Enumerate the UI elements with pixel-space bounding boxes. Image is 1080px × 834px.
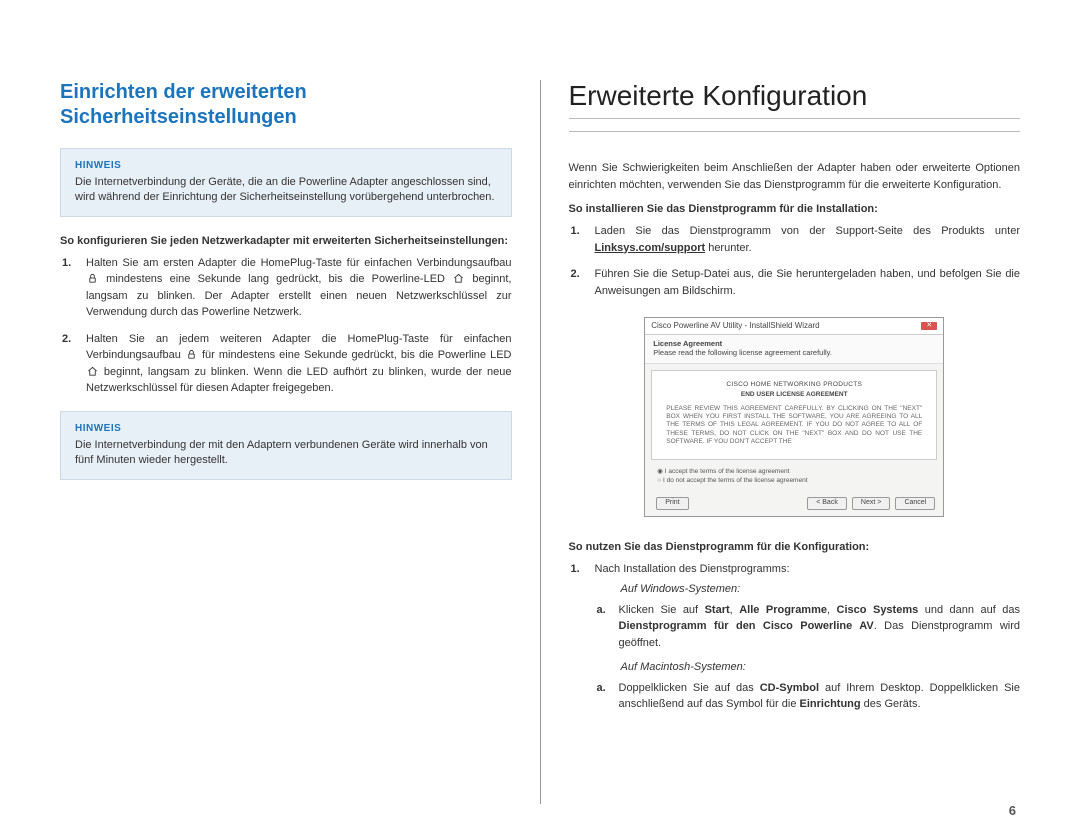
support-link[interactable]: Linksys.com/support	[595, 242, 706, 254]
mac-substep-a: a. Doppelklicken Sie auf das CD-Symbol a…	[595, 680, 1021, 713]
note-title: HINWEIS	[75, 159, 497, 173]
note-title: HINWEIS	[75, 422, 497, 436]
mac-label: Auf Macintosh-Systemen:	[621, 659, 1021, 676]
note-body: Die Internetverbindung der Geräte, die a…	[75, 175, 497, 206]
installer-screenshot: Cisco Powerline AV Utility - InstallShie…	[644, 317, 944, 517]
page-number: 6	[1009, 803, 1016, 818]
back-button: < Back	[807, 497, 847, 509]
window-title: Cisco Powerline AV Utility - InstallShie…	[651, 321, 819, 331]
eula-body: PLEASE REVIEW THIS AGREEMENT CAREFULLY. …	[666, 405, 922, 446]
use-steps: 1. Nach Installation des Dienstprogramms…	[569, 561, 1021, 713]
win-substep-a: a. Klicken Sie auf Start, Alle Programme…	[595, 602, 1021, 652]
step-2: 2. Halten Sie an jedem weiteren Adapter …	[60, 331, 512, 397]
config-lead: So konfigurieren Sie jeden Netzwerkadapt…	[60, 235, 512, 247]
config-steps: 1. Halten Sie am ersten Adapter die Home…	[60, 255, 512, 397]
use-step-1: 1. Nach Installation des Dienstprogramms…	[569, 561, 1021, 713]
next-button: Next >	[852, 497, 890, 509]
install-step-1: 1. Laden Sie das Dienstprogramm von der …	[569, 223, 1021, 256]
right-column: Erweiterte Konfiguration Wenn Sie Schwie…	[569, 80, 1021, 804]
windows-label: Auf Windows-Systemen:	[621, 581, 1021, 598]
column-divider	[540, 80, 541, 804]
house-icon	[453, 273, 464, 284]
note-body: Die Internetverbindung der mit den Adapt…	[75, 438, 497, 469]
close-icon: ✕	[921, 322, 937, 330]
install-steps: 1. Laden Sie das Dienstprogramm von der …	[569, 223, 1021, 299]
step-1: 1. Halten Sie am ersten Adapter die Home…	[60, 255, 512, 321]
dialog-subdesc: Please read the following license agreem…	[653, 348, 935, 357]
left-column: Einrichten der erweiterten Sicherheitsei…	[60, 80, 512, 804]
intro-text: Wenn Sie Schwierigkeiten beim Anschließe…	[569, 160, 1021, 193]
section-rule	[569, 131, 1021, 132]
house-icon	[87, 366, 98, 377]
lock-icon	[87, 273, 98, 284]
radio-accept: ◉ I accept the terms of the license agre…	[657, 468, 933, 476]
use-lead: So nutzen Sie das Dienstprogramm für die…	[569, 541, 1021, 553]
note-box-2: HINWEIS Die Internetverbindung der mit d…	[60, 411, 512, 480]
radio-decline: ○ I do not accept the terms of the licen…	[657, 477, 933, 485]
dialog-subtitle: License Agreement	[653, 339, 935, 348]
note-box-1: HINWEIS Die Internetverbindung der Gerät…	[60, 148, 512, 217]
cancel-button: Cancel	[895, 497, 935, 509]
eula-heading-1: CISCO HOME NETWORKING PRODUCTS	[666, 381, 922, 389]
right-heading: Erweiterte Konfiguration	[569, 80, 1021, 119]
install-lead: So installieren Sie das Dienstprogramm f…	[569, 203, 1021, 215]
eula-heading-2: END USER LICENSE AGREEMENT	[666, 391, 922, 399]
print-button: Print	[656, 497, 688, 509]
lock-icon	[186, 349, 197, 360]
left-heading: Einrichten der erweiterten Sicherheitsei…	[60, 80, 512, 130]
install-step-2: 2. Führen Sie die Setup-Datei aus, die S…	[569, 266, 1021, 299]
